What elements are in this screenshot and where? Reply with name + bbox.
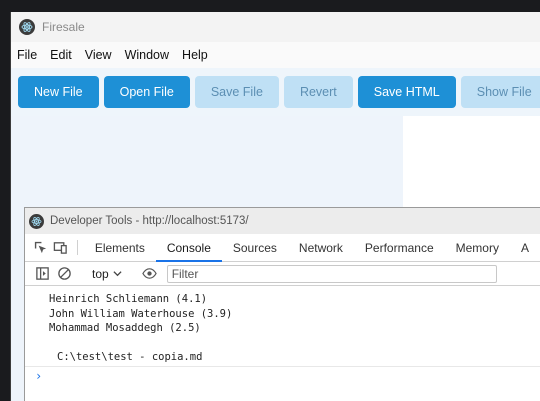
console-log-line: Heinrich Schliemann (4.1) (49, 293, 208, 305)
app-titlebar: Firesale (11, 12, 540, 42)
chevron-down-icon (113, 271, 122, 277)
tab-performance[interactable]: Performance (354, 234, 445, 261)
save-file-button[interactable]: Save File (194, 76, 279, 108)
devtools-title: Developer Tools - http://localhost:5173/ (50, 215, 249, 227)
toolbar: New File Open File Save File Revert Save… (11, 68, 540, 116)
menu-window[interactable]: Window (125, 48, 169, 62)
prompt-chevron-icon: › (35, 368, 43, 383)
menu-help[interactable]: Help (182, 48, 208, 62)
menu-file[interactable]: File (17, 48, 37, 62)
show-file-button[interactable]: Show File (460, 76, 540, 108)
tab-console[interactable]: Console (155, 234, 222, 262)
tab-divider (76, 240, 78, 255)
tab-elements[interactable]: Elements (84, 234, 156, 261)
device-toolbar-icon[interactable] (51, 234, 71, 261)
tab-memory[interactable]: Memory (445, 234, 510, 261)
tab-sources[interactable]: Sources (222, 234, 288, 261)
console-log-line: C:\test\test - copia.md (25, 350, 540, 367)
clear-console-icon[interactable] (53, 264, 75, 284)
tab-network[interactable]: Network (288, 234, 354, 261)
menu-edit[interactable]: Edit (50, 48, 72, 62)
electron-icon (29, 213, 44, 229)
menubar: File Edit View Window Help (11, 42, 540, 68)
app-title: Firesale (42, 20, 85, 34)
inspect-element-icon[interactable] (31, 234, 51, 261)
save-html-button[interactable]: Save HTML (357, 76, 456, 108)
menu-view[interactable]: View (85, 48, 112, 62)
sidebar-toggle-icon[interactable] (31, 264, 53, 284)
console-filter-input[interactable]: Filter (166, 264, 497, 283)
electron-icon (19, 19, 35, 35)
devtools-tabbar: Elements Console Sources Network Perform… (25, 234, 540, 262)
revert-button[interactable]: Revert (283, 76, 353, 108)
open-file-button[interactable]: Open File (103, 76, 190, 108)
console-output: Heinrich Schliemann (4.1) John William W… (25, 286, 540, 385)
console-prompt[interactable]: › (25, 367, 540, 385)
context-selector[interactable]: top (92, 267, 122, 281)
devtools-window: Developer Tools - http://localhost:5173/… (24, 207, 540, 401)
devtools-titlebar: Developer Tools - http://localhost:5173/ (25, 208, 540, 234)
new-file-button[interactable]: New File (18, 76, 99, 108)
console-log-line: John William Waterhouse (3.9) (49, 307, 233, 320)
console-toolbar: top Filter (25, 262, 540, 286)
eye-icon[interactable] (139, 264, 161, 284)
context-value: top (92, 266, 109, 281)
console-log-line: Mohammad Mosaddegh (2.5) (49, 322, 201, 334)
tab-application[interactable]: A (510, 234, 540, 261)
